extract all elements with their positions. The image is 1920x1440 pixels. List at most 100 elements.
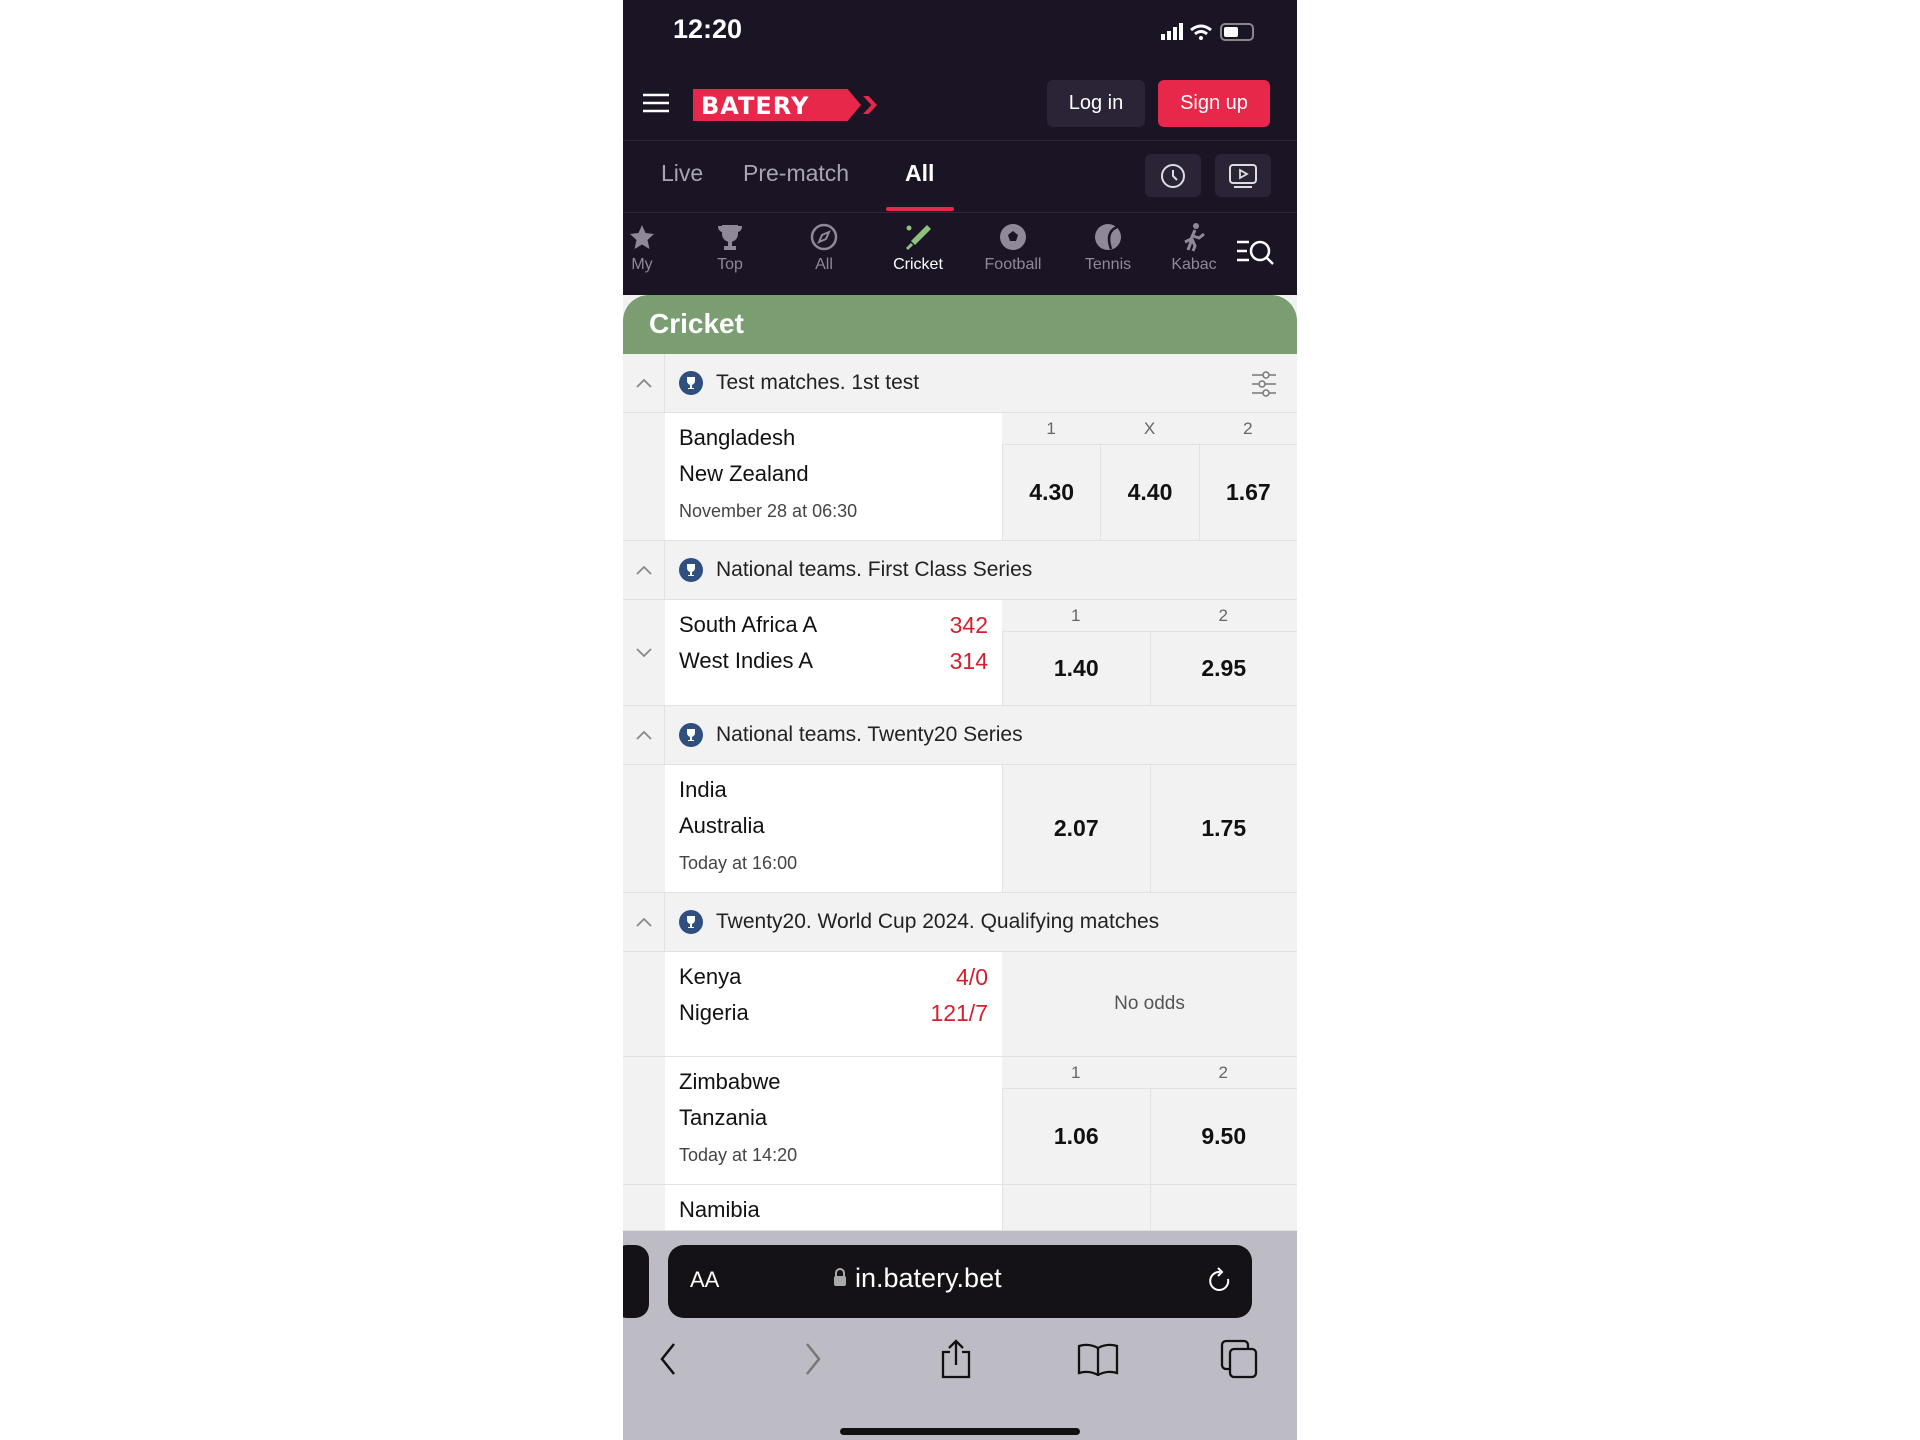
trophy-icon: [718, 225, 742, 250]
sport-kabac[interactable]: Kabac: [1149, 222, 1239, 274]
section-header[interactable]: National teams. First Class Series: [623, 541, 1297, 600]
events-list: Cricket Test matches. 1st test Bangladesh…: [623, 295, 1297, 1231]
back-icon[interactable]: [643, 1339, 693, 1379]
previous-tab-pill[interactable]: [623, 1245, 649, 1318]
history-button[interactable]: [1145, 154, 1201, 197]
team-row: Nigeria 121/7: [679, 1000, 988, 1036]
menu-icon[interactable]: [643, 93, 669, 118]
team-name: New Zealand: [679, 461, 809, 486]
expand-column[interactable]: [623, 600, 665, 705]
odds-cells: 1.40 2.95: [1002, 632, 1297, 705]
sport-tennis[interactable]: Tennis: [1063, 222, 1153, 274]
signup-button[interactable]: Sign up: [1158, 80, 1270, 127]
odds-label: 1: [1071, 1063, 1081, 1082]
kabaddi-icon: [1184, 223, 1205, 252]
collapse-chevron-icon[interactable]: [623, 541, 665, 599]
odds-button[interactable]: 1.06: [1002, 1089, 1150, 1184]
odds-cells: [1002, 1185, 1297, 1230]
match-teams[interactable]: South Africa A 342 West Indies A 314: [665, 600, 1002, 705]
match-teams[interactable]: Namibia: [665, 1185, 1002, 1230]
share-icon[interactable]: [931, 1339, 981, 1379]
sport-cricket[interactable]: Cricket: [873, 222, 963, 274]
video-button[interactable]: [1215, 154, 1271, 197]
team-row: Bangladesh: [679, 425, 988, 461]
odds-labels: 12: [1002, 600, 1297, 632]
category-header: Cricket: [623, 295, 1297, 354]
section-title: National teams. First Class Series: [716, 558, 1033, 581]
tab-live[interactable]: Live: [661, 160, 703, 187]
match-teams[interactable]: Zimbabwe Tanzania Today at 14:20: [665, 1057, 1002, 1184]
match-row[interactable]: South Africa A 342 West Indies A 314 1 2 1.40 2…: [623, 600, 1297, 706]
sport-all[interactable]: All: [779, 222, 869, 274]
team-name: Tanzania: [679, 1105, 768, 1130]
tab-all[interactable]: All: [905, 160, 934, 187]
sport-label: Tennis: [1084, 256, 1132, 273]
odds-button[interactable]: 2.95: [1149, 632, 1298, 705]
expand-column: [623, 413, 665, 540]
odds-button[interactable]: [1149, 1185, 1298, 1230]
section-title: Twenty20. World Cup 2024. Qualifying mat…: [716, 910, 1160, 933]
collapse-chevron-icon[interactable]: [623, 354, 665, 412]
star-icon: [630, 225, 654, 249]
address-bar[interactable]: AA in.batery.bet: [668, 1245, 1252, 1318]
section-header[interactable]: Twenty20. World Cup 2024. Qualifying mat…: [623, 893, 1297, 952]
odds-button[interactable]: 1.67: [1198, 445, 1297, 540]
sport-top[interactable]: Top: [685, 222, 775, 274]
odds-label: 1: [1046, 419, 1056, 438]
text-size-button[interactable]: AA: [690, 1267, 719, 1293]
team-name: Zimbabwe: [679, 1069, 781, 1094]
odds-button[interactable]: 2.07: [1002, 765, 1150, 892]
match-row[interactable]: Zimbabwe Tanzania Today at 14:20 1 2 1.06 9.50: [623, 1057, 1297, 1185]
login-button[interactable]: Log in: [1047, 80, 1145, 127]
compass-icon: [810, 223, 838, 251]
batery-logo[interactable]: BATERY: [693, 89, 879, 121]
reload-icon[interactable]: [1206, 1267, 1234, 1302]
odds-button[interactable]: 1.75: [1149, 765, 1298, 892]
odds-button[interactable]: 1.40: [1002, 632, 1150, 705]
expand-column: [623, 1057, 665, 1184]
browser-toolbar: AA in.batery.bet: [623, 1231, 1297, 1440]
forward-icon[interactable]: [788, 1339, 838, 1379]
odds-button[interactable]: 4.30: [1002, 445, 1100, 540]
sport-my[interactable]: My: [623, 222, 687, 274]
cricket-bat-icon: [905, 225, 931, 251]
match-date: Today at 14:20: [679, 1145, 798, 1165]
section-header[interactable]: Test matches. 1st test: [623, 354, 1297, 413]
odds-cells: 2.07 1.75: [1002, 765, 1297, 892]
odds-labels: 1 X 2: [1002, 413, 1297, 445]
match-date: Today at 16:00: [679, 853, 798, 873]
no-odds-label: No odds: [1114, 993, 1185, 1014]
match-row[interactable]: Namibia: [623, 1185, 1297, 1231]
team-row: West Indies A 314: [679, 648, 988, 684]
search-filter-icon[interactable]: [1235, 237, 1277, 272]
match-row[interactable]: India Australia Today at 16:00 2.07 1.75: [623, 765, 1297, 893]
match-teams[interactable]: India Australia Today at 16:00: [665, 765, 1002, 892]
collapse-chevron-icon[interactable]: [623, 893, 665, 951]
sport-label: Cricket: [893, 256, 943, 273]
sport-football[interactable]: Football: [968, 222, 1058, 274]
odds-button[interactable]: 9.50: [1149, 1089, 1298, 1184]
sport-label: All: [815, 256, 833, 273]
expand-column: [623, 765, 665, 892]
collapse-chevron-icon[interactable]: [623, 706, 665, 764]
team-row: South Africa A 342: [679, 612, 988, 648]
match-teams[interactable]: Bangladesh New Zealand November 28 at 06:3…: [665, 413, 1002, 540]
expand-column: [623, 1185, 665, 1230]
odds-area: 1 X 2 4.30 4.40 1.67: [1002, 413, 1297, 540]
match-teams[interactable]: Kenya 4/0 Nigeria 121/7: [665, 952, 1002, 1056]
expand-chevron-icon: [636, 647, 652, 657]
odds-button[interactable]: 4.40: [1100, 445, 1198, 540]
tournament-trophy-icon: [679, 558, 703, 582]
sport-label: My: [631, 256, 653, 273]
tab-pre-match[interactable]: Pre-match: [743, 160, 849, 187]
section-header[interactable]: National teams. Twenty20 Series: [623, 706, 1297, 765]
odds-button[interactable]: [1002, 1185, 1150, 1230]
filter-settings-icon[interactable]: [1251, 371, 1277, 402]
tabs-icon[interactable]: [1215, 1339, 1265, 1379]
match-row[interactable]: Bangladesh New Zealand November 28 at 06:3…: [623, 413, 1297, 541]
bookmarks-icon[interactable]: [1073, 1339, 1123, 1379]
match-row[interactable]: Kenya 4/0 Nigeria 121/7 No odds: [623, 952, 1297, 1057]
odds-label: 2: [1218, 1063, 1228, 1082]
odds-label: 1: [1071, 606, 1081, 625]
odds-cells: 1.06 9.50: [1002, 1089, 1297, 1184]
